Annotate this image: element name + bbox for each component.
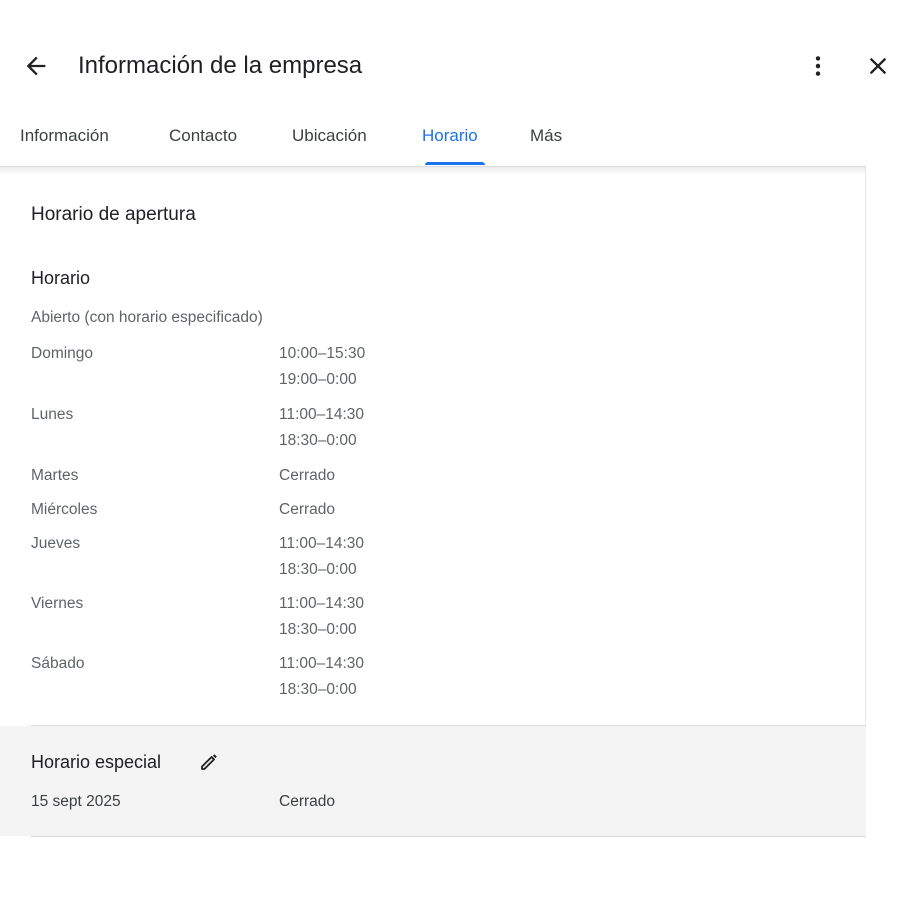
time-slot: 10:00–15:30 [279,345,366,362]
time-slot: Cerrado [279,467,335,484]
tab-bar: Información Contacto Ubicación Horario M… [0,110,866,167]
time-slot: 18:30–0:00 [279,681,357,698]
active-tab-indicator [425,162,485,165]
more-vert-icon [815,56,821,76]
back-button[interactable] [22,52,50,80]
special-hours-date: 15 sept 2025 [31,793,121,810]
arrow-left-icon [26,56,46,76]
time-slot: 11:00–14:30 [279,595,365,612]
tab-contacto[interactable]: Contacto [169,126,237,146]
special-hours-title: Horario especial [31,752,162,772]
time-slot: 18:30–0:00 [279,432,357,449]
time-slot: 11:00–14:30 [279,655,365,672]
day-label: Martes [31,467,79,484]
day-label: Sábado [31,655,85,672]
time-slot: 19:00–0:00 [279,371,357,388]
time-slot: 11:00–14:30 [279,535,365,552]
page-title: Información de la empresa [78,52,363,79]
tab-mas[interactable]: Más [530,126,562,146]
day-label: Domingo [31,345,94,362]
day-label: Viernes [31,595,84,612]
tab-ubicacion[interactable]: Ubicación [292,126,367,146]
tab-bar-shadow [0,167,866,175]
section-title: Horario de apertura [31,204,196,225]
time-slot: 18:30–0:00 [279,621,357,638]
hours-subtitle: Horario [31,268,91,288]
bottom-divider [31,836,866,837]
tab-horario[interactable]: Horario [422,126,478,146]
time-slot: Cerrado [279,501,335,518]
tab-informacion[interactable]: Información [20,126,109,146]
day-label: Jueves [31,535,81,552]
special-hours-section: Horario especial 15 sept 2025 Cerrado [0,726,866,836]
day-label: Lunes [31,406,74,423]
special-hours-status: Cerrado [279,793,335,810]
hours-status: Abierto (con horario especificado) [31,309,263,326]
time-slot: 18:30–0:00 [279,561,357,578]
edit-special-hours-button[interactable] [197,750,221,774]
time-slot: 11:00–14:30 [279,406,365,423]
close-button[interactable] [864,52,892,80]
dialog-header: Información de la empresa [0,0,900,110]
pencil-icon [201,754,217,770]
day-label: Miércoles [31,501,98,518]
close-icon [869,57,887,75]
more-options-button[interactable] [804,52,832,80]
